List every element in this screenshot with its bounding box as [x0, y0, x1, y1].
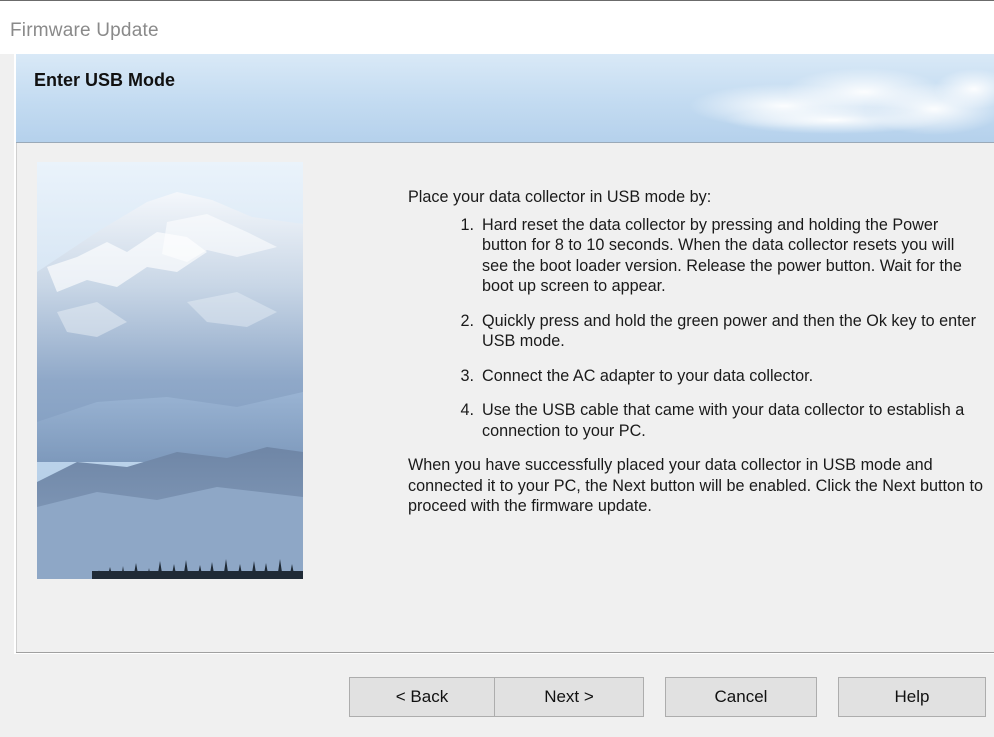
step-text: Quickly press and hold the green power a… — [482, 311, 977, 351]
wizard-header: Enter USB Mode — [16, 54, 994, 143]
back-button[interactable]: < Back — [349, 677, 495, 717]
list-item: 1. Hard reset the data collector by pres… — [408, 215, 983, 297]
step-number: 2. — [460, 311, 474, 330]
list-item: 3. Connect the AC adapter to your data c… — [408, 366, 983, 387]
step-number: 4. — [460, 401, 474, 419]
dialog-left-border — [14, 54, 17, 654]
next-button[interactable]: Next > — [494, 677, 644, 717]
instructions-intro: Place your data collector in USB mode by… — [408, 188, 712, 206]
window-title: Firmware Update — [10, 20, 159, 41]
instructions-closing: When you have successfully placed your d… — [408, 456, 983, 515]
step-text: Hard reset the data collector by pressin… — [482, 215, 962, 296]
page-title: Enter USB Mode — [34, 70, 176, 90]
step-text: Connect the AC adapter to your data coll… — [482, 366, 814, 385]
list-item: 4. Use the USB cable that came with your… — [408, 400, 983, 441]
steps-list: 1. Hard reset the data collector by pres… — [408, 215, 983, 442]
step-number: 1. — [460, 215, 474, 234]
title-bar-top-rule — [0, 0, 994, 6]
footer-separator — [16, 652, 994, 654]
title-bar: Firmware Update — [0, 0, 994, 54]
instructions: Place your data collector in USB mode by… — [408, 187, 983, 517]
mountain-image — [37, 162, 303, 579]
header-cloud-image — [689, 68, 994, 135]
cancel-button[interactable]: Cancel — [665, 677, 817, 717]
help-button[interactable]: Help — [838, 677, 986, 717]
step-text: Use the USB cable that came with your da… — [482, 401, 965, 440]
list-item: 2. Quickly press and hold the green powe… — [408, 311, 983, 352]
step-number: 3. — [460, 366, 474, 385]
